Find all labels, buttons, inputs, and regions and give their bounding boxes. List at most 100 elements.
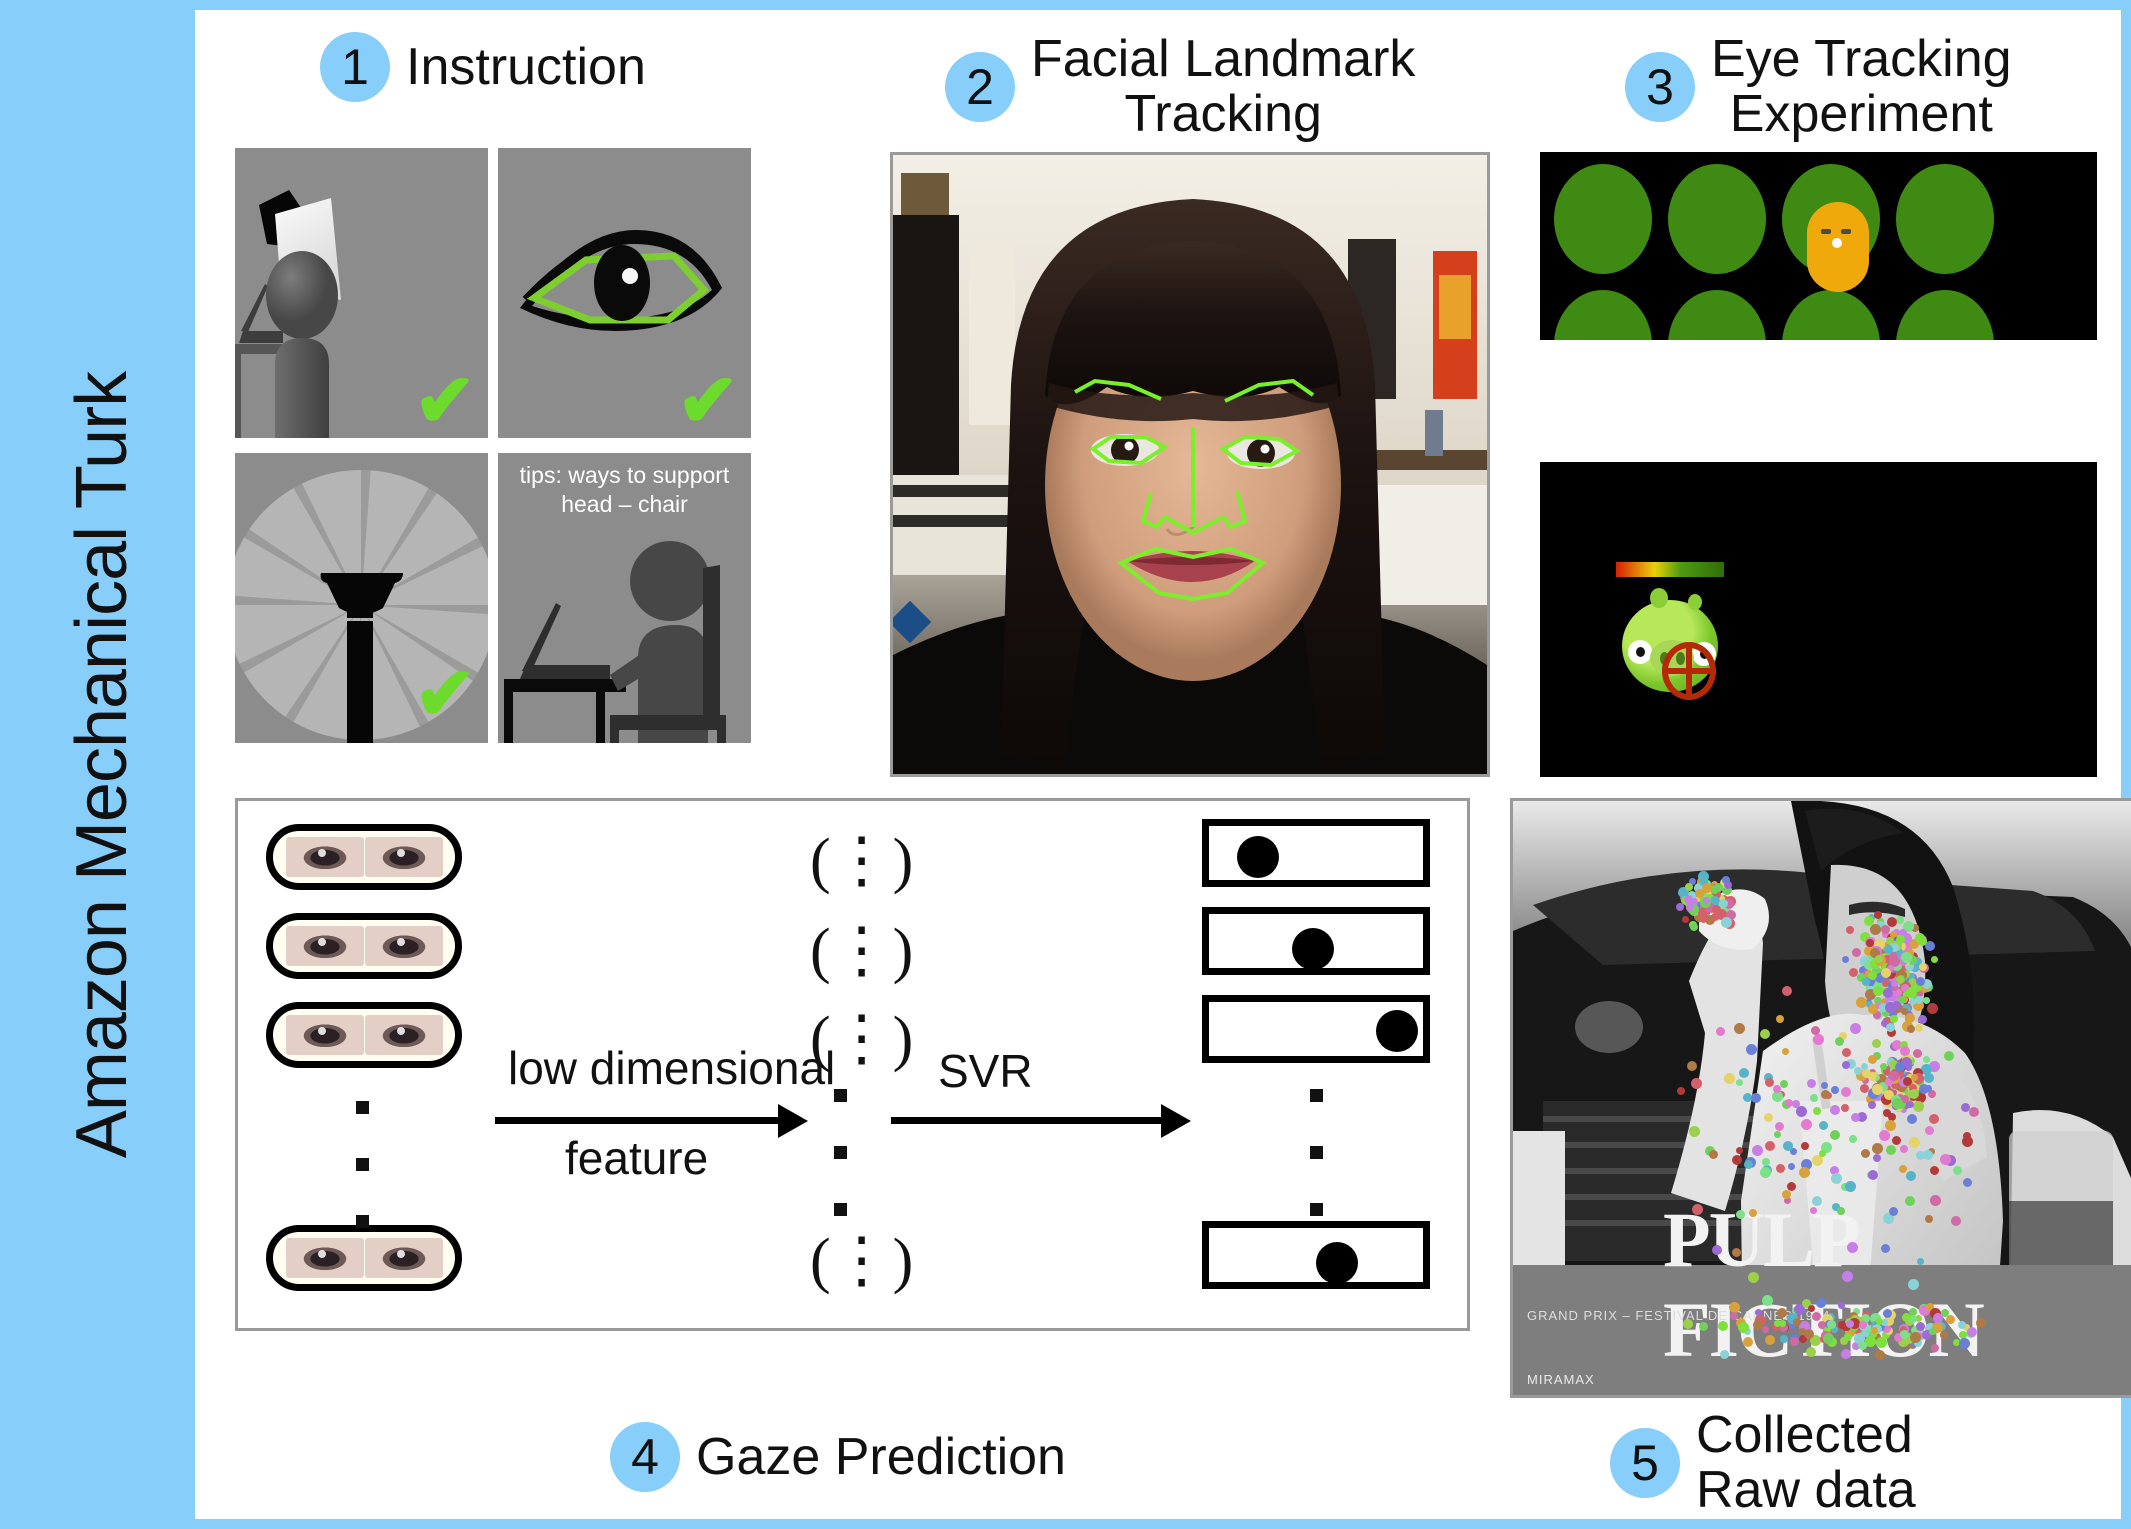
- gaze-dot: [1735, 1078, 1743, 1086]
- gaze-dot: [1840, 1086, 1851, 1097]
- gaze-dot: [1875, 1317, 1883, 1325]
- green-blob: [1554, 290, 1652, 340]
- step-5-header: 5 Collected Raw data: [1610, 1408, 1916, 1517]
- gaze-dot: [1764, 1077, 1774, 1087]
- character-eye-left: [1821, 229, 1831, 234]
- gaze-dot: [1699, 915, 1707, 923]
- green-blob: [1668, 290, 1766, 340]
- orange-character: [1807, 202, 1869, 292]
- gaze-dot: [1690, 923, 1699, 932]
- gaze-dot: [1861, 1149, 1871, 1159]
- gaze-dot: [1759, 1166, 1771, 1178]
- step-1-title: Instruction: [406, 37, 646, 96]
- gaze-dot: [1849, 1135, 1858, 1144]
- gaze-dot: [1812, 1034, 1824, 1046]
- gaze-dot: [1967, 1326, 1978, 1337]
- gaze-dot: [1738, 1067, 1749, 1078]
- gaze-dot: [1837, 1206, 1846, 1215]
- gaze-dot: [1787, 1162, 1795, 1170]
- gaze-dot: [1928, 1113, 1939, 1124]
- gaze-dot: [1912, 1049, 1922, 1059]
- gaze-dot: [1841, 955, 1849, 963]
- gaze-dot: [1692, 1203, 1704, 1215]
- gaze-dot: [1829, 1104, 1840, 1115]
- gaze-dot: [1958, 1320, 1967, 1329]
- svr-arrow-line: [891, 1117, 1163, 1124]
- gaze-dot: [1732, 1155, 1743, 1166]
- gaze-dot: [1691, 1077, 1703, 1089]
- instruction-check-3: ✔: [413, 652, 476, 735]
- gaze-dot: [1861, 978, 1870, 987]
- gaze-dot: [1764, 1112, 1774, 1122]
- face-svg: [893, 155, 1487, 774]
- gaze-dot: [1867, 970, 1877, 980]
- gaze-dot: [1764, 1334, 1775, 1345]
- green-blob: [1554, 164, 1652, 274]
- gaze-dot: [1841, 1348, 1852, 1359]
- gaze-dot: [1375, 1009, 1418, 1052]
- gaze-dot: [1835, 1036, 1845, 1046]
- gaze-dot: [1838, 1302, 1846, 1310]
- gaze-dot: [1764, 1141, 1775, 1152]
- gaze-dot: [1915, 976, 1925, 986]
- gaze-dot: [1872, 1142, 1884, 1154]
- gaze-dot: [1900, 1045, 1911, 1056]
- figure-root: Amazon Mechanical Turk 1 Instruction 2 F…: [0, 0, 2131, 1529]
- gaze-dot: [1780, 1080, 1789, 1089]
- eye-thumbnail-left: [285, 1015, 364, 1055]
- gaze-dot: [1929, 1194, 1941, 1206]
- prediction-box-1: [1202, 819, 1430, 887]
- gaze-dot: [1968, 1106, 1979, 1117]
- gaze-dot: [1931, 1343, 1940, 1352]
- gaze-dot: [1916, 1257, 1924, 1265]
- gaze-dot: [1882, 1308, 1892, 1318]
- gaze-dot: [1821, 1081, 1829, 1089]
- gaze-dot: [1708, 1150, 1718, 1160]
- gaze-dot: [1781, 1047, 1789, 1055]
- gaze-dot: [1855, 996, 1867, 1008]
- gaze-dot: [1873, 1154, 1882, 1163]
- eye-thumbnail-right: [364, 926, 443, 966]
- gaze-dot: [1748, 1271, 1760, 1283]
- green-blob: [1896, 164, 1994, 274]
- gaze-dot: [1880, 1244, 1890, 1254]
- gaze-dot: [1906, 1025, 1915, 1034]
- eye-thumbnail-right: [364, 1238, 443, 1278]
- gaze-dot: [1874, 1349, 1885, 1360]
- gaze-dot: [1772, 1085, 1781, 1094]
- gaze-dot: [1899, 1329, 1909, 1339]
- gaze-dot: [1852, 948, 1862, 958]
- gaze-dot: [1775, 1014, 1784, 1023]
- gaze-dot: [1904, 1012, 1915, 1023]
- raw-data-panel: PULP FICTION GRAND PRIX – FESTIVAL DE CA…: [1510, 798, 2131, 1398]
- gaze-dot: [1929, 1166, 1939, 1175]
- pig-eye-left: [1628, 640, 1652, 664]
- gaze-dot: [1751, 1092, 1762, 1103]
- gaze-dot: [1775, 1121, 1785, 1131]
- gaze-dot: [1944, 1051, 1955, 1062]
- gaze-dot: [1316, 1242, 1358, 1285]
- prediction-box-2: [1202, 907, 1430, 975]
- gaze-dot: [1911, 1073, 1919, 1081]
- gaze-dot: [1801, 1142, 1810, 1151]
- green-blob: [1782, 290, 1880, 340]
- gaze-dot: [1958, 1337, 1970, 1349]
- gaze-dot: [1805, 1347, 1816, 1358]
- gaze-dot: [1880, 924, 1890, 934]
- gaze-dot: [1868, 1055, 1878, 1065]
- gaze-dot: [1918, 1014, 1928, 1024]
- gaze-dot: [1888, 1070, 1899, 1081]
- gaze-dot: [1820, 1089, 1830, 1099]
- gaze-dot: [1918, 963, 1927, 972]
- step-3-badge: 3: [1625, 51, 1695, 122]
- gaze-dot: [1734, 1023, 1746, 1035]
- sidebar-label: Amazon Mechanical Turk: [62, 371, 143, 1158]
- gaze-dot: [1689, 1125, 1701, 1137]
- instruction-tile-head-support-chair: tips: ways to support head – chair: [498, 453, 751, 743]
- gaze-dot: [1868, 1003, 1879, 1014]
- gaze-dot: [1846, 925, 1855, 934]
- gaze-dot: [1753, 1319, 1764, 1330]
- gaze-dot: [1737, 1322, 1749, 1334]
- gaze-dot: [1883, 944, 1893, 954]
- facial-landmark-panel: [890, 152, 1490, 777]
